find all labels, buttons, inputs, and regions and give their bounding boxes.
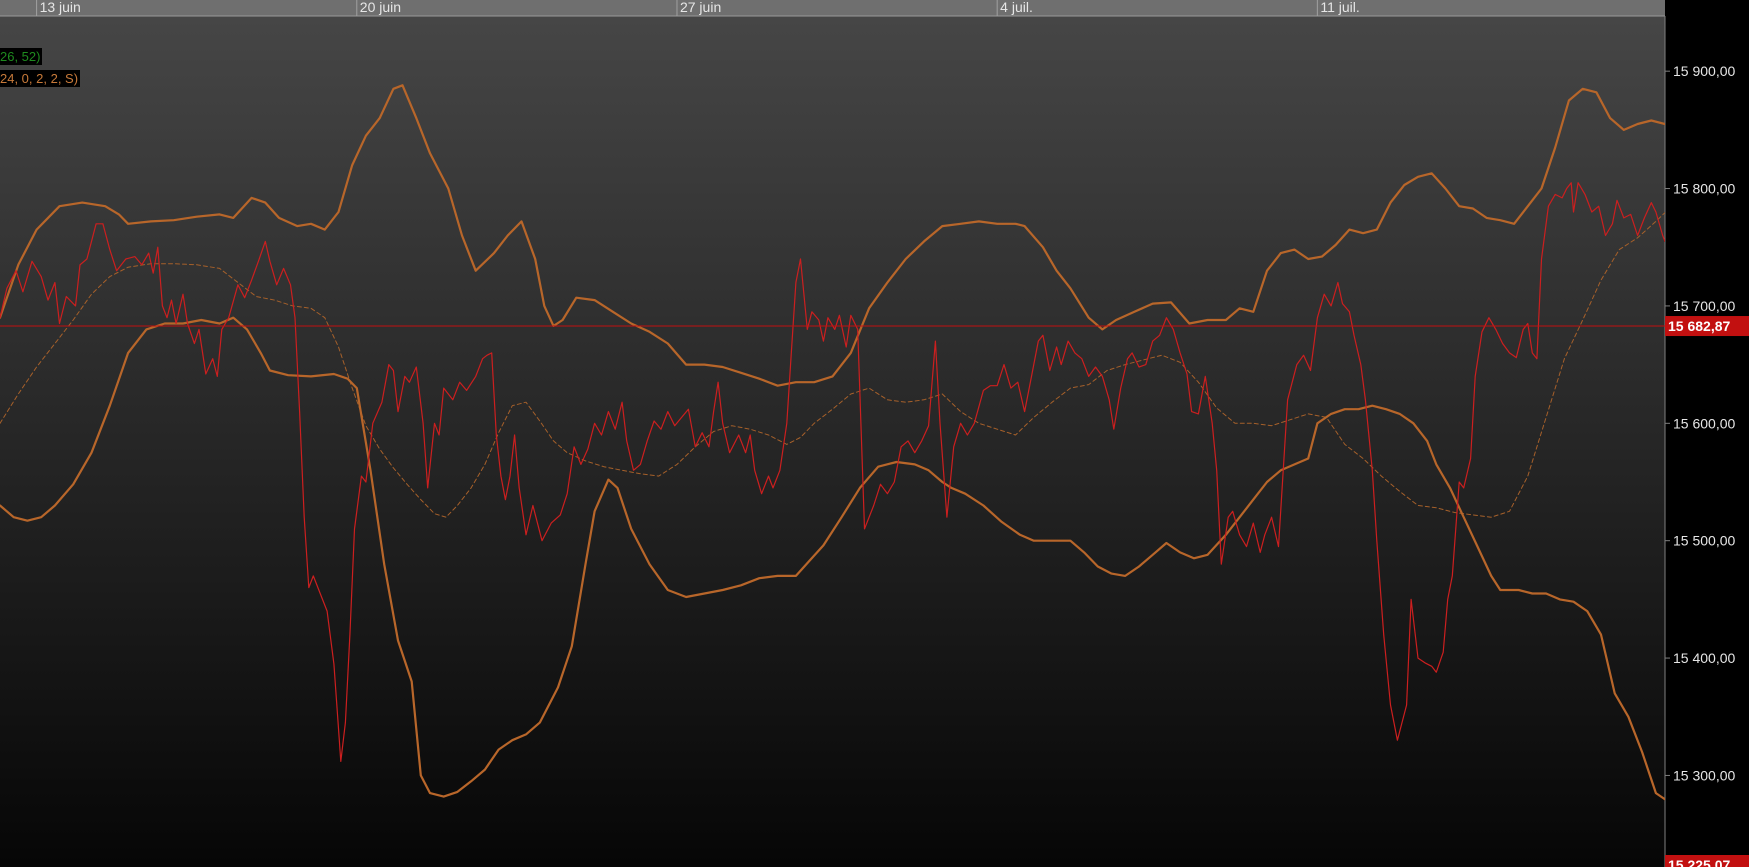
time-tick-label-4: 11 juil. [1320, 0, 1359, 15]
indicator-legend-1[interactable]: 26, 52) [0, 48, 43, 65]
time-tick-label-3: 4 juil. [1000, 0, 1033, 15]
time-tick-label-1: 20 juin [360, 0, 401, 15]
time-tick-label-0: 13 juin [40, 0, 81, 15]
price-tick-label-5: 15 400,00 [1673, 650, 1735, 666]
price-chart[interactable]: 13 juin 20 juin 27 juin 4 juil. 11 juil. 15 … [0, 0, 1749, 867]
indicator-legend-2[interactable]: 24, 0, 2, 2, S) [0, 70, 81, 87]
price-tick-label-2: 15 700,00 [1673, 298, 1735, 314]
time-tick-label-2: 27 juin [680, 0, 721, 15]
last-price-label: 15 682,87 [1668, 318, 1730, 334]
bottom-price-label: 15 225,07 [1668, 857, 1730, 867]
price-tick-label-6: 15 300,00 [1673, 767, 1735, 783]
price-tick-label-1: 15 800,00 [1673, 181, 1735, 197]
price-axis-background [1665, 0, 1749, 867]
price-tick-label-0: 15 900,00 [1673, 63, 1735, 79]
price-tick-label-4: 15 500,00 [1673, 533, 1735, 549]
price-tick-label-3: 15 600,00 [1673, 415, 1735, 431]
time-axis-background [0, 0, 1665, 16]
chart-root: 13 juin 20 juin 27 juin 4 juil. 11 juil. 15 … [0, 0, 1749, 867]
plot-background [0, 16, 1665, 867]
